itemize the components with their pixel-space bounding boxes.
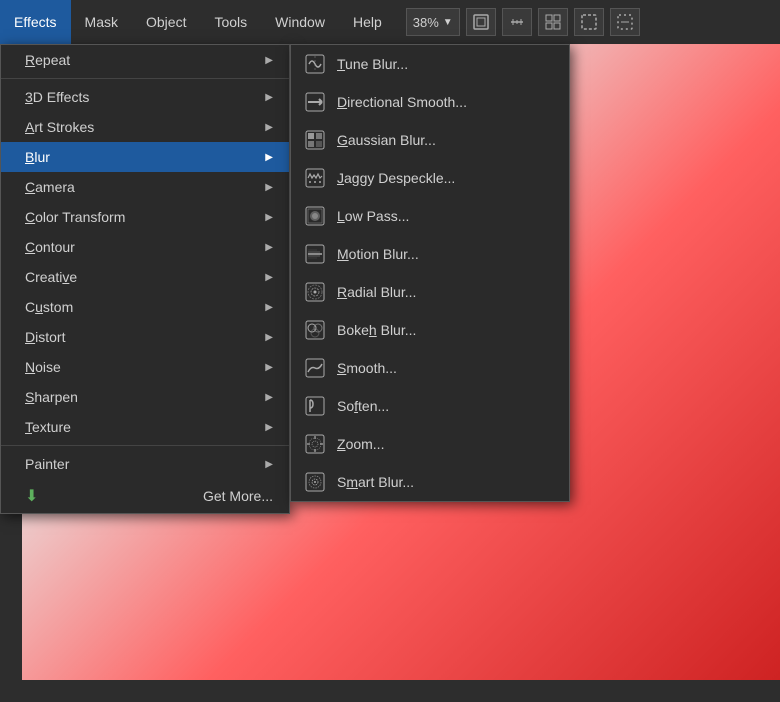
menu-effects[interactable]: Effects [0,0,71,44]
menu-item-contour[interactable]: Contour ▶ [1,232,289,262]
menu-item-blur[interactable]: Blur ▶ [1,142,289,172]
zoom-blur-icon [303,432,327,456]
menu-item-color-transform[interactable]: Color Transform ▶ [1,202,289,232]
view-icon [473,14,489,30]
submenu-jaggy-despeckle[interactable]: Jaggy Despeckle... [291,159,569,197]
jaggy-despeckle-icon [303,166,327,190]
smart-blur-icon [303,470,327,494]
menu-window[interactable]: Window [261,0,339,44]
submenu-smooth[interactable]: Smooth... [291,349,569,387]
submenu-low-pass[interactable]: Low Pass... [291,197,569,235]
separator-2 [1,445,289,446]
arrow-icon: ▶ [265,182,273,193]
menu-help[interactable]: Help [339,0,396,44]
menu-item-get-more[interactable]: ⬇ Get More... [1,479,289,513]
ruler-icon [509,14,525,30]
menu-item-custom[interactable]: Custom ▶ [1,292,289,322]
menu-item-repeat[interactable]: Repeat ▶ [1,45,289,75]
menu-item-camera[interactable]: Camera ▶ [1,172,289,202]
zoom-control[interactable]: 38% ▼ [406,8,460,36]
toolbar-btn-3[interactable] [538,8,568,36]
grid-icon [545,14,561,30]
smooth-icon [303,356,327,380]
arrow-icon: ▶ [265,212,273,223]
arrow-icon: ▶ [265,459,273,470]
snap-icon [581,14,597,30]
submenu-tune-blur[interactable]: Tune Blur... [291,45,569,83]
low-pass-icon [303,204,327,228]
arrow-icon: ▶ [265,392,273,403]
menu-item-texture[interactable]: Texture ▶ [1,412,289,442]
arrow-icon: ▶ [265,332,273,343]
arrow-icon: ▶ [265,55,273,66]
effects-menu: Repeat ▶ 3D Effects ▶ Art Strokes ▶ Blur… [0,44,290,514]
main-toolbar: Effects Mask Object Tools Window Help 38… [0,0,780,44]
submenu-gaussian-blur[interactable]: Gaussian Blur... [291,121,569,159]
menu-item-art-strokes[interactable]: Art Strokes ▶ [1,112,289,142]
submenu-smart-blur[interactable]: Smart Blur... [291,463,569,501]
submenu-soften[interactable]: Soften... [291,387,569,425]
motion-blur-icon [303,242,327,266]
menu-item-noise[interactable]: Noise ▶ [1,352,289,382]
radial-blur-icon [303,280,327,304]
menu-mask[interactable]: Mask [71,0,132,44]
arrow-icon: ▶ [265,362,273,373]
toolbar-controls: 38% ▼ [406,8,640,36]
arrow-icon: ▶ [265,422,273,433]
zoom-dropdown-arrow: ▼ [443,17,453,28]
toolbar-btn-4[interactable] [574,8,604,36]
menu-item-3d-effects[interactable]: 3D Effects ▶ [1,82,289,112]
soften-icon [303,394,327,418]
bokeh-blur-icon [303,318,327,342]
arrow-icon: ▶ [265,272,273,283]
arrow-icon: ▶ [265,92,273,103]
submenu-directional-smooth[interactable]: Directional Smooth... [291,83,569,121]
menu-item-sharpen[interactable]: Sharpen ▶ [1,382,289,412]
menu-object[interactable]: Object [132,0,200,44]
menu-item-painter[interactable]: Painter ▶ [1,449,289,479]
arrow-icon: ▶ [265,122,273,133]
toolbar-btn-5[interactable] [610,8,640,36]
download-icon: ⬇ [25,486,38,506]
options-icon [617,14,633,30]
directional-smooth-icon [303,90,327,114]
toolbar-btn-2[interactable] [502,8,532,36]
menu-tools[interactable]: Tools [200,0,261,44]
submenu-radial-blur[interactable]: Radial Blur... [291,273,569,311]
arrow-icon: ▶ [265,152,273,163]
arrow-icon: ▶ [265,302,273,313]
bottom-bar [0,680,780,702]
menu-item-distort[interactable]: Distort ▶ [1,322,289,352]
blur-submenu: Tune Blur... Directional Smooth... [290,44,570,502]
gaussian-blur-icon [303,128,327,152]
toolbar-btn-1[interactable] [466,8,496,36]
menu-item-creative[interactable]: Creative ▶ [1,262,289,292]
submenu-zoom[interactable]: Zoom... [291,425,569,463]
submenu-bokeh-blur[interactable]: Bokeh Blur... [291,311,569,349]
tune-blur-icon [303,52,327,76]
separator-1 [1,78,289,79]
menu-bar: Effects Mask Object Tools Window Help [0,0,396,44]
arrow-icon: ▶ [265,242,273,253]
submenu-motion-blur[interactable]: Motion Blur... [291,235,569,273]
